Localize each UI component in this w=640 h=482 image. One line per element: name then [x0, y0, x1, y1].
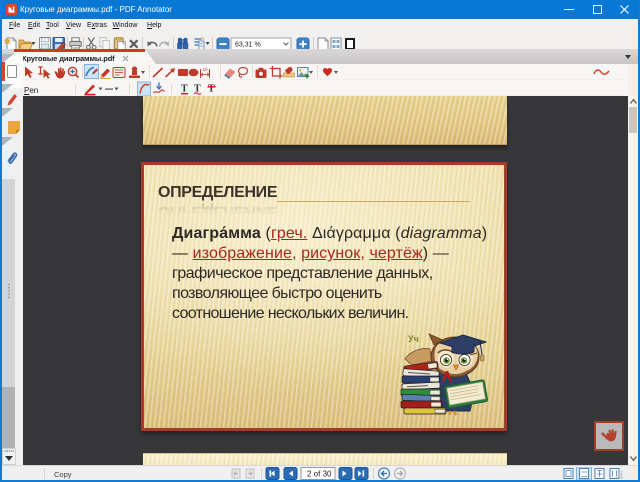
svg-text:2 of 30: 2 of 30 — [307, 470, 332, 479]
svg-text:T: T — [208, 84, 215, 95]
svg-text:10: 10 — [203, 67, 209, 72]
svg-text:T: T — [181, 84, 188, 95]
svg-text:Уч: Уч — [408, 334, 419, 344]
svg-text:63,31 %: 63,31 % — [235, 42, 261, 49]
